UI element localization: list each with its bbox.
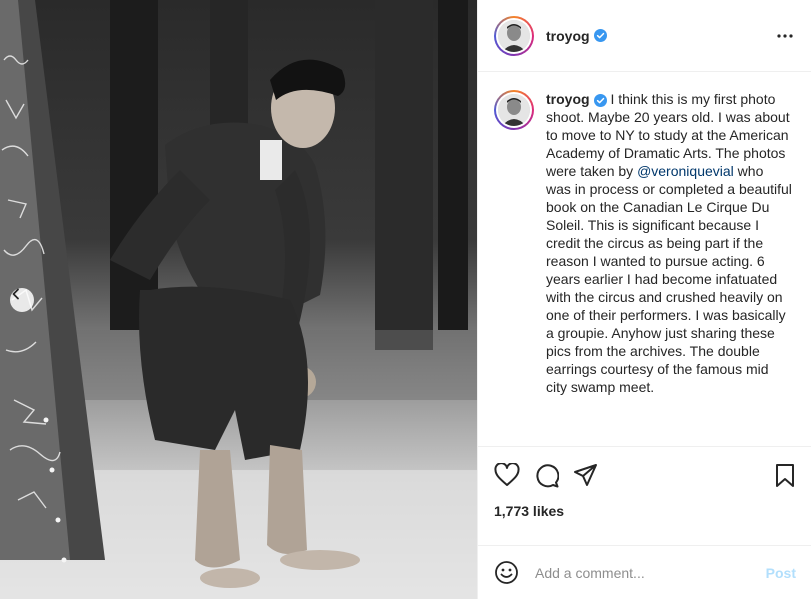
post-comment-button[interactable]: Post [766, 565, 796, 581]
avatar[interactable] [494, 15, 534, 56]
comment-icon[interactable] [534, 463, 559, 488]
caption-username[interactable]: troyog [546, 91, 590, 107]
comment-input[interactable] [533, 563, 766, 582]
avatar-image [498, 19, 530, 52]
carousel-previous-button[interactable] [10, 288, 34, 312]
post-header: troyog [478, 0, 811, 72]
emoji-icon[interactable] [494, 560, 519, 585]
more-options-icon[interactable] [775, 26, 795, 51]
verified-icon [593, 29, 607, 42]
heart-icon[interactable] [494, 463, 520, 487]
caption-avatar[interactable] [494, 90, 534, 130]
post-actions: 1,773 likes [478, 446, 811, 546]
post-side-panel: troyog troyog I think this is my first p… [477, 0, 811, 599]
caption-avatar-image [498, 94, 530, 126]
likes-count[interactable]: 1,773 likes [494, 503, 796, 519]
caption-body-end: who was in process or completed a beauti… [546, 163, 792, 395]
header-username[interactable]: troyog [546, 28, 590, 44]
post-photo[interactable] [0, 0, 477, 599]
share-icon[interactable] [573, 463, 598, 487]
caption-block: troyog I think this is my first photo sh… [478, 72, 811, 396]
comment-bar: Post [478, 545, 811, 599]
caption-mention-link[interactable]: @veroniquevial [637, 163, 734, 179]
bookmark-icon[interactable] [774, 463, 796, 488]
caption-verified-icon [593, 93, 607, 107]
photo-illustration [0, 0, 477, 599]
instagram-post: troyog troyog I think this is my first p… [0, 0, 811, 599]
action-icon-row [494, 461, 796, 489]
caption-text: troyog I think this is my first photo sh… [546, 90, 792, 396]
